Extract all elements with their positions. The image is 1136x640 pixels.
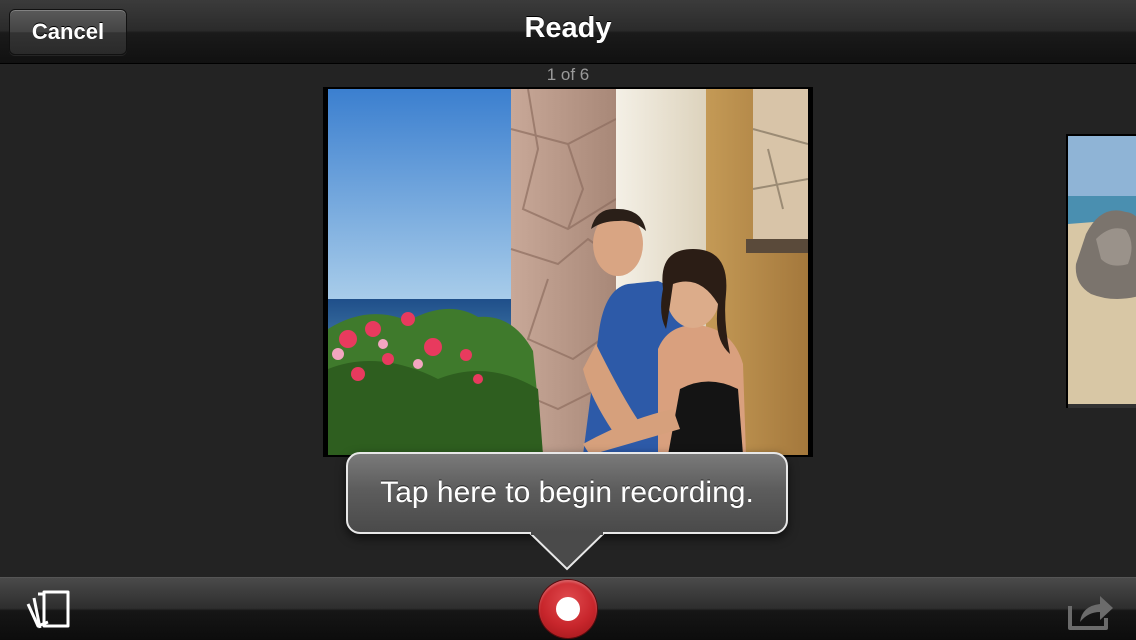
- record-hint-tooltip: Tap here to begin recording.: [346, 452, 788, 534]
- tooltip-pointer: [527, 532, 607, 571]
- top-navigation-bar: Cancel Ready: [0, 0, 1136, 64]
- photo-stack-icon[interactable]: [24, 586, 72, 632]
- record-icon: [556, 597, 580, 621]
- screen: Cancel Ready 1 of 6 Tap here to begin re…: [0, 0, 1136, 640]
- share-icon[interactable]: [1066, 592, 1116, 632]
- tooltip-text: Tap here to begin recording.: [380, 476, 754, 509]
- page-title: Ready: [524, 12, 612, 44]
- next-photo-preview[interactable]: [1066, 134, 1136, 408]
- record-button[interactable]: [539, 580, 597, 638]
- slide-counter: 1 of 6: [546, 65, 590, 84]
- current-photo-frame[interactable]: [323, 87, 813, 457]
- current-photo: [328, 89, 808, 455]
- next-photo: [1068, 136, 1136, 408]
